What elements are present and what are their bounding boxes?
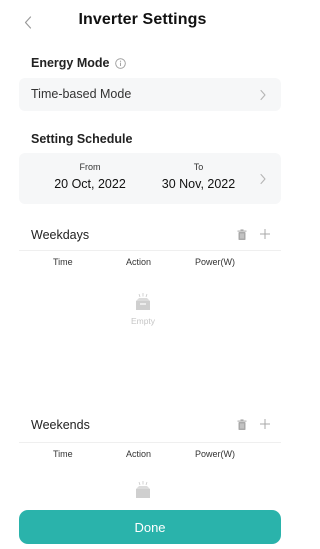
column-header-time: Time — [53, 257, 73, 267]
weekdays-header: Weekdays — [31, 226, 271, 246]
empty-text: Empty — [130, 316, 156, 326]
weekends-table-header: Time Action Power(W) — [19, 442, 281, 461]
setting-schedule-label: Setting Schedule — [31, 132, 133, 146]
weekdays-title: Weekdays — [31, 228, 90, 242]
chevron-right-icon — [260, 89, 266, 101]
weekdays-empty-state: Empty — [127, 292, 159, 326]
energy-mode-label-text: Energy Mode — [31, 56, 110, 70]
empty-box-icon — [136, 481, 150, 498]
column-header-time: Time — [53, 449, 73, 459]
from-date: 20 Oct, 2022 — [54, 177, 126, 191]
weekdays-table-header: Time Action Power(W) — [19, 250, 281, 269]
info-icon[interactable] — [114, 57, 126, 69]
page-title: Inverter Settings — [78, 11, 207, 28]
trash-icon[interactable] — [237, 229, 247, 241]
schedule-from: From 20 Oct, 2022 — [45, 162, 135, 191]
to-date: 30 Nov, 2022 — [161, 177, 236, 191]
column-header-action: Action — [126, 449, 152, 459]
header-bar: Inverter Settings — [0, 0, 285, 44]
column-header-power: Power(W) — [195, 257, 235, 267]
weekends-empty-state — [127, 480, 159, 502]
energy-mode-value: Time-based Mode — [31, 87, 132, 101]
trash-icon[interactable] — [237, 419, 247, 431]
schedule-to: To 30 Nov, 2022 — [151, 162, 246, 191]
done-button[interactable]: Done — [19, 510, 281, 544]
schedule-date-range[interactable]: From 20 Oct, 2022 To 30 Nov, 2022 — [19, 153, 281, 204]
to-label: To — [193, 162, 204, 172]
from-label: From — [79, 162, 101, 172]
column-header-action: Action — [126, 257, 152, 267]
plus-icon[interactable] — [259, 228, 271, 240]
weekends-header: Weekends — [31, 416, 271, 436]
energy-mode-selector[interactable]: Time-based Mode — [19, 78, 281, 111]
energy-mode-label: Energy Mode — [31, 56, 126, 70]
column-header-power: Power(W) — [195, 449, 235, 459]
plus-icon[interactable] — [259, 418, 271, 430]
empty-box-icon — [136, 293, 150, 310]
weekends-title: Weekends — [31, 418, 90, 432]
chevron-right-icon — [260, 173, 266, 185]
